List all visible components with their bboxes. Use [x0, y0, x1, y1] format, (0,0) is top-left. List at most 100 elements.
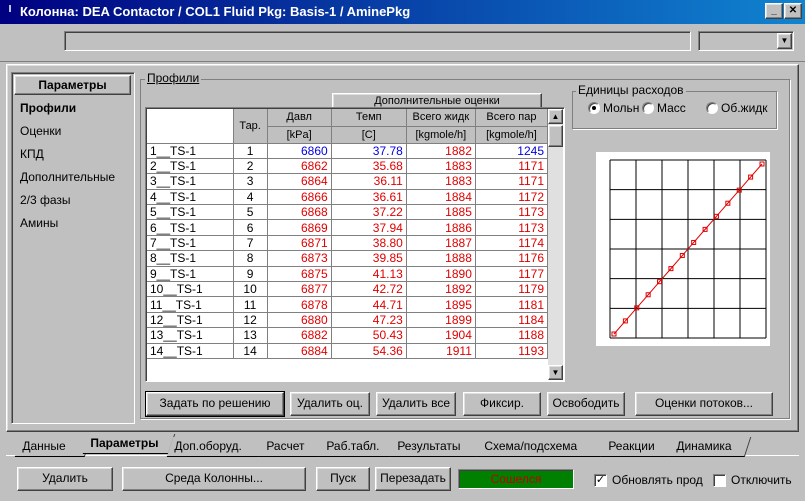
pressure-cell[interactable]: 6866: [267, 189, 332, 206]
pressure-cell[interactable]: 6880: [267, 312, 332, 329]
liquid-cell[interactable]: 1884: [406, 189, 476, 206]
tab-2[interactable]: Доп.оборуд.: [166, 437, 268, 457]
liquid-cell[interactable]: 1904: [406, 327, 476, 344]
minimize-icon[interactable]: _: [765, 3, 783, 19]
tab-0[interactable]: Данные: [14, 437, 92, 457]
temp-cell[interactable]: 54.36: [331, 343, 407, 359]
liquid-cell[interactable]: 1883: [406, 173, 476, 190]
close-icon[interactable]: ✕: [784, 3, 802, 19]
tab-6[interactable]: Схема/подсхема: [476, 437, 610, 457]
window-titlebar[interactable]: I Колонна: DEA Contactor / COL1 Fluid Pk…: [0, 0, 805, 24]
temp-cell[interactable]: 37.22: [331, 204, 407, 221]
tab-5[interactable]: Результаты: [389, 437, 487, 457]
nav-item-efficiency[interactable]: КПД: [20, 147, 44, 161]
pressure-cell[interactable]: 6860: [267, 143, 332, 159]
disable-checkbox[interactable]: Отключить: [713, 473, 792, 487]
vapour-cell[interactable]: 1188: [475, 327, 549, 344]
vapour-cell[interactable]: 1171: [475, 173, 549, 190]
nav-item-profiles[interactable]: Профили: [20, 101, 76, 115]
reset-button[interactable]: Перезадать: [375, 467, 451, 491]
temp-cell[interactable]: 36.61: [331, 189, 407, 206]
table-row[interactable]: 3__TS-1 3 6864 36.11 1883 1171: [147, 173, 549, 190]
tab-8[interactable]: Динамика: [668, 437, 752, 457]
table-row[interactable]: 2__TS-1 2 6862 35.68 1883 1171: [147, 158, 549, 175]
nav-item-additional[interactable]: Дополнительные: [20, 170, 115, 184]
vapour-cell[interactable]: 1184: [475, 312, 549, 329]
delete-button[interactable]: Удалить: [17, 467, 113, 491]
table-row[interactable]: 11__TS-1 11 6878 44.71 1895 1181: [147, 296, 549, 313]
temp-cell[interactable]: 37.94: [331, 219, 407, 236]
table-row[interactable]: 8__TS-1 8 6873 39.85 1888 1176: [147, 250, 549, 267]
fix-button[interactable]: Фиксир.: [463, 392, 541, 416]
release-button[interactable]: Освободить: [547, 392, 625, 416]
table-row[interactable]: 5__TS-1 5 6868 37.22 1885 1173: [147, 204, 549, 221]
temp-cell[interactable]: 42.72: [331, 281, 407, 298]
radio-mass-dot[interactable]: [642, 102, 654, 114]
scroll-up-icon[interactable]: ▲: [548, 109, 563, 124]
scroll-down-icon[interactable]: ▼: [548, 365, 563, 380]
update-outlets-checkbox[interactable]: ✓ Обновлять прод: [594, 473, 703, 487]
liquid-cell[interactable]: 1887: [406, 235, 476, 252]
vapour-cell[interactable]: 1245: [475, 143, 549, 159]
nav-item-amines[interactable]: Амины: [20, 216, 58, 230]
name-field[interactable]: [64, 31, 691, 51]
tab-1[interactable]: Параметры: [82, 434, 176, 454]
radio-liqvol[interactable]: Об.жидк: [706, 101, 768, 115]
profiles-grid[interactable]: Тар. Давл Темп Всего жидк Всего пар [kPa…: [145, 107, 565, 382]
pressure-cell[interactable]: 6884: [267, 343, 332, 359]
disable-box[interactable]: [713, 473, 726, 487]
pressure-cell[interactable]: 6878: [267, 296, 332, 313]
pressure-cell[interactable]: 6862: [267, 158, 332, 175]
tab-3[interactable]: Расчет: [258, 437, 328, 457]
pressure-cell[interactable]: 6871: [267, 235, 332, 252]
table-row[interactable]: 14__TS-1 14 6884 54.36 1911 1193: [147, 343, 549, 359]
temp-cell[interactable]: 39.85: [331, 250, 407, 267]
vapour-cell[interactable]: 1176: [475, 250, 549, 267]
radio-molar[interactable]: Мольн: [588, 101, 639, 115]
run-button[interactable]: Пуск: [316, 467, 370, 491]
vapour-cell[interactable]: 1173: [475, 204, 549, 221]
pressure-cell[interactable]: 6869: [267, 219, 332, 236]
tab-4[interactable]: Раб.табл.: [318, 437, 399, 457]
temp-cell[interactable]: 50.43: [331, 327, 407, 344]
radio-liqvol-dot[interactable]: [706, 102, 718, 114]
table-row[interactable]: 1__TS-1 1 6860 37.78 1882 1245: [147, 143, 549, 159]
pressure-cell[interactable]: 6875: [267, 266, 332, 283]
liquid-cell[interactable]: 1892: [406, 281, 476, 298]
liquid-cell[interactable]: 1911: [406, 343, 476, 359]
temp-cell[interactable]: 37.78: [331, 143, 407, 159]
temp-cell[interactable]: 36.11: [331, 173, 407, 190]
radio-mass[interactable]: Масс: [642, 101, 686, 115]
liquid-cell[interactable]: 1886: [406, 219, 476, 236]
delete-all-button[interactable]: Удалить все: [376, 392, 456, 416]
table-row[interactable]: 10__TS-1 10 6877 42.72 1892 1179: [147, 281, 549, 298]
stream-estimates-button[interactable]: Оценки потоков...: [635, 392, 773, 416]
vapour-cell[interactable]: 1179: [475, 281, 549, 298]
liquid-cell[interactable]: 1888: [406, 250, 476, 267]
radio-molar-dot[interactable]: [588, 102, 600, 114]
table-row[interactable]: 6__TS-1 6 6869 37.94 1886 1173: [147, 219, 549, 236]
liquid-cell[interactable]: 1899: [406, 312, 476, 329]
temp-cell[interactable]: 38.80: [331, 235, 407, 252]
set-by-solution-button[interactable]: Задать по решению: [146, 392, 284, 416]
tab-7[interactable]: Реакции: [600, 437, 678, 457]
app-icon[interactable]: I: [3, 4, 17, 18]
nav-item-estimates[interactable]: Оценки: [20, 124, 61, 138]
vapour-cell[interactable]: 1173: [475, 219, 549, 236]
temp-cell[interactable]: 47.23: [331, 312, 407, 329]
scroll-thumb[interactable]: [548, 125, 563, 147]
liquid-cell[interactable]: 1882: [406, 143, 476, 159]
vapour-cell[interactable]: 1174: [475, 235, 549, 252]
table-row[interactable]: 12__TS-1 12 6880 47.23 1899 1184: [147, 312, 549, 329]
nav-item-phases[interactable]: 2/3 фазы: [20, 193, 71, 207]
vapour-cell[interactable]: 1172: [475, 189, 549, 206]
liquid-cell[interactable]: 1883: [406, 158, 476, 175]
vapour-cell[interactable]: 1177: [475, 266, 549, 283]
table-row[interactable]: 9__TS-1 9 6875 41.13 1890 1177: [147, 266, 549, 283]
grid-scrollbar[interactable]: ▲ ▼: [548, 109, 563, 380]
delete-estimate-button[interactable]: Удалить оц.: [290, 392, 370, 416]
liquid-cell[interactable]: 1895: [406, 296, 476, 313]
table-row[interactable]: 4__TS-1 4 6866 36.61 1884 1172: [147, 189, 549, 206]
pressure-cell[interactable]: 6877: [267, 281, 332, 298]
liquid-cell[interactable]: 1890: [406, 266, 476, 283]
